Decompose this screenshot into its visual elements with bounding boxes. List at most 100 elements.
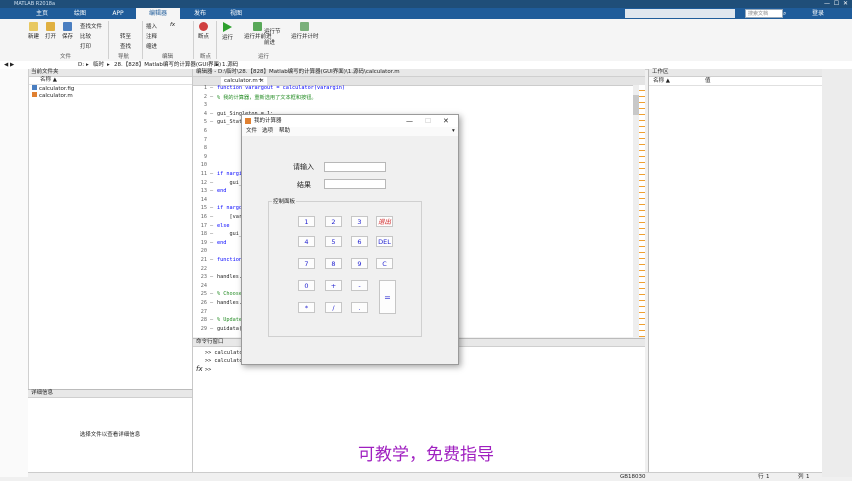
calc-button[interactable]: / [325, 302, 342, 313]
goto-button[interactable]: 转至 [120, 32, 131, 40]
calc-button[interactable]: DEL [376, 236, 393, 247]
fig-file-icon [32, 85, 37, 90]
line-number: 21 [200, 257, 207, 263]
login-link[interactable]: 登录 [812, 8, 824, 19]
breakpoints-button[interactable]: 断点 [198, 22, 209, 40]
open-button[interactable]: 打开 [45, 22, 56, 40]
group-edit-label: 编辑 [162, 54, 174, 60]
run-time-button[interactable]: 运行并计时 [291, 22, 319, 40]
menu-options[interactable]: 选项 [262, 127, 273, 136]
calc-button[interactable]: 5 [325, 236, 342, 247]
result-label: 结果 [297, 181, 311, 189]
close-button[interactable]: ✕ [443, 115, 449, 127]
code-dash: – [210, 171, 214, 177]
file-tab-label: calculator.m [224, 78, 258, 84]
indent-button[interactable]: 缩进 [146, 42, 157, 50]
folder-icon [46, 22, 55, 31]
line-number: 17 [200, 222, 207, 229]
command-prompt[interactable]: >> [205, 367, 211, 373]
calc-button[interactable]: 0 [298, 280, 315, 291]
calc-button[interactable]: 9 [351, 258, 368, 269]
equals-button[interactable]: = [379, 280, 396, 314]
tab-editor[interactable]: 编辑器 [136, 8, 180, 19]
code-line[interactable]: end [217, 188, 226, 194]
maximize-button[interactable]: ☐ [425, 115, 431, 127]
result-field[interactable] [324, 179, 386, 189]
line-number: 9 [203, 153, 207, 160]
calc-button[interactable]: * [298, 302, 315, 313]
calc-button[interactable]: 8 [325, 258, 342, 269]
calc-button[interactable]: + [325, 280, 342, 291]
save-label: 保存 [62, 34, 74, 40]
code-line[interactable]: function varargout = calculator(varargin… [217, 85, 345, 91]
code-dash: – [210, 291, 214, 298]
fx-button[interactable]: fx [170, 22, 175, 28]
calc-button[interactable]: 7 [298, 258, 315, 269]
calc-button[interactable]: . [351, 302, 368, 313]
find-button[interactable]: 查找 [120, 42, 131, 50]
code-line[interactable]: % 我的计算器，重新选用了文本框和按钮。 [217, 94, 317, 101]
menu-file[interactable]: 文件 [246, 127, 257, 136]
path-sep: ▸ [107, 62, 110, 68]
analyzer-bar [639, 85, 645, 337]
add-tab-button[interactable]: + [255, 77, 266, 85]
window-controls[interactable]: — ☐ ✕ [824, 0, 848, 8]
file-item[interactable]: calculator.m [28, 92, 192, 99]
menu-help[interactable]: 帮助 [279, 127, 290, 136]
line-number: 20 [200, 248, 207, 255]
find-files-button[interactable]: 查找文件 [80, 22, 102, 30]
line-number: 23 [200, 274, 207, 281]
tab-view[interactable]: 视图 [214, 8, 258, 19]
group-breakpoints-label: 断点 [200, 54, 212, 60]
command-history-line: >> calculator [205, 350, 246, 356]
code-line[interactable]: else [217, 223, 230, 229]
input-field[interactable] [324, 162, 386, 172]
calc-button[interactable]: C [376, 258, 393, 269]
calc-button[interactable]: 4 [298, 236, 315, 247]
minimize-button[interactable]: — [406, 115, 413, 127]
calc-button[interactable]: - [351, 280, 368, 291]
calc-button[interactable]: 6 [351, 236, 368, 247]
search-icon[interactable]: ⌕ [783, 9, 792, 18]
column-header-name[interactable]: 名称 ▲ [28, 77, 192, 85]
advance-button[interactable]: 前进 [264, 38, 275, 46]
column-header-value[interactable]: 值 [705, 77, 711, 85]
column-header-name[interactable]: 名称 ▲ [653, 77, 670, 85]
path-sep: ▸ [86, 62, 89, 68]
print-button[interactable]: 打印 [80, 42, 91, 50]
run-button[interactable]: 运行 [222, 22, 233, 41]
toolbar-toggle-icon[interactable]: ▾ [452, 127, 455, 136]
calc-button[interactable]: 2 [325, 216, 342, 227]
new-button[interactable]: 新建 [28, 22, 39, 40]
insert-button[interactable]: 插入 [146, 22, 157, 30]
path-segment[interactable]: 临时 [93, 61, 104, 69]
path-segment[interactable]: D: [78, 61, 84, 69]
comment-button[interactable]: 注释 [146, 32, 157, 40]
calc-button[interactable]: 退出 [376, 216, 393, 227]
tab-apps[interactable]: APP [96, 8, 140, 19]
file-item[interactable]: calculator.fig [28, 85, 192, 92]
calc-button[interactable]: 3 [351, 216, 368, 227]
calc-button[interactable]: 1 [298, 216, 315, 227]
code-dash: – [210, 85, 214, 91]
run-section-button[interactable]: 运行节 [264, 27, 281, 35]
left-strip [0, 69, 29, 477]
path-segment[interactable]: 28.【828】Matlab编写的计算器(GUI界面) [114, 61, 221, 69]
save-button[interactable]: 保存 [62, 22, 73, 40]
path-segment[interactable]: 1.源码 [222, 61, 238, 69]
control-panel-title: 控制面板 [272, 197, 297, 205]
current-folder-panel: 当前文件夹 名称 ▲ calculator.fig calculator.m [28, 69, 193, 389]
details-hint: 选择文件以查看详细信息 [79, 432, 141, 438]
search-input[interactable]: 搜索文档 [745, 9, 783, 18]
editor-header: 编辑器 - D:\临时\28.【828】Matlab编写的计算器(GUI界面)\… [193, 69, 645, 77]
line-number: 6 [203, 128, 207, 134]
back-icon[interactable]: ◀ ▶ [4, 61, 14, 69]
code-dash: – [210, 179, 214, 186]
quick-access-toolbar[interactable] [625, 9, 735, 18]
compare-button[interactable]: 比较 [80, 32, 91, 40]
code-line[interactable]: end [217, 240, 226, 246]
breakpoint-icon [199, 22, 208, 31]
code-dash: – [210, 325, 214, 332]
save-icon [63, 22, 72, 31]
run-time-icon [300, 22, 310, 31]
